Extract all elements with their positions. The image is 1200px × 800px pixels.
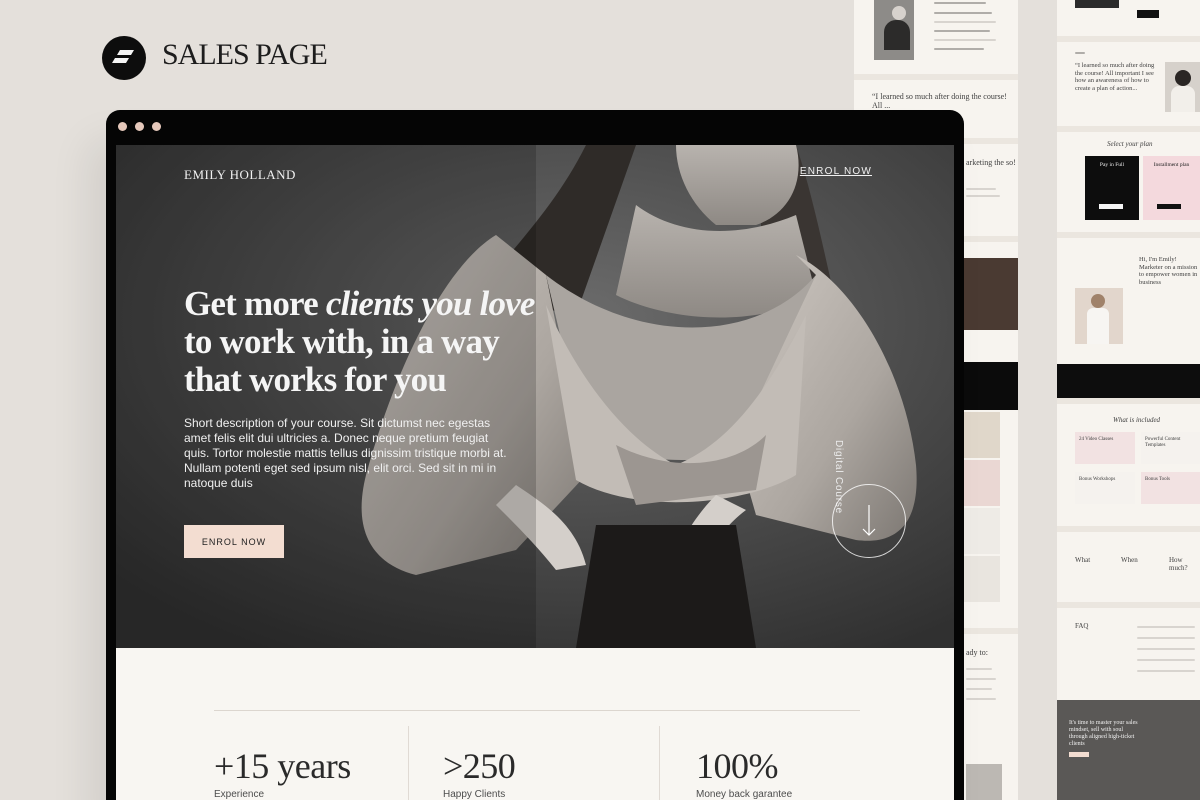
window-controls <box>118 122 161 131</box>
stats-divider-top <box>214 710 860 711</box>
preview-cta-block: It's time to master your sales mindset, … <box>1057 700 1200 800</box>
preview-black-band <box>1057 364 1200 398</box>
preview-portrait-b <box>1165 62 1200 112</box>
stat-label: Happy Clients <box>443 789 506 800</box>
preview-included-item-1: 24 Video Classes <box>1075 432 1135 464</box>
preview-when: When <box>1121 556 1138 564</box>
preview-about-title: Hi, I'm Emily! Marketer on a mission to … <box>1139 256 1198 286</box>
window-dot-icon[interactable] <box>135 122 144 131</box>
preview-included-title: What is included <box>1113 416 1161 424</box>
enrol-now-button[interactable]: ENROL NOW <box>184 525 284 558</box>
preview-snippet-marketing: arketing the so! <box>966 158 1016 167</box>
preview-text-lines <box>934 2 998 50</box>
mockup-stage: SALES PAGE “I learned so much after doin… <box>0 0 1200 800</box>
preview-snippet-ready: ady to: <box>966 648 988 657</box>
preview-what: What <box>1075 556 1091 564</box>
stat-clients: >250 Happy Clients <box>443 745 516 800</box>
scroll-down-button[interactable] <box>832 484 906 558</box>
site-name[interactable]: EMILY HOLLAND <box>184 167 296 183</box>
preview-column-b: “I learned so much after doing the cours… <box>1057 0 1200 800</box>
preview-select-plan: Select your plan <box>1107 140 1153 148</box>
brand-logo-icon <box>102 36 146 80</box>
stats-divider <box>659 726 660 800</box>
preview-about-photo <box>1075 288 1123 344</box>
preview-included-item-2: Powerful Content Templates <box>1141 432 1200 464</box>
preview-how-much: How much? <box>1169 556 1188 572</box>
stats-divider <box>408 726 409 800</box>
window-dot-icon[interactable] <box>152 122 161 131</box>
browser-window: EMILY HOLLAND ENROL NOW Get more clients… <box>106 110 964 800</box>
stat-guarantee: 100% Money back garantee <box>696 745 792 800</box>
stat-number: >250 <box>443 746 516 786</box>
preview-included-item-3: Bonus Workshops <box>1075 472 1135 504</box>
nav-enrol-link[interactable]: ENROL NOW <box>800 166 872 177</box>
sales-page-screen: EMILY HOLLAND ENROL NOW Get more clients… <box>116 145 954 800</box>
preview-dark-band <box>964 362 1018 410</box>
hero-headline: Get more clients you love to work with, … <box>184 285 554 399</box>
preview-included-item-4: Bonus Tools <box>1141 472 1200 504</box>
headline-start: Get more <box>184 284 326 323</box>
arrow-down-icon <box>862 505 876 536</box>
window-dot-icon[interactable] <box>118 122 127 131</box>
stat-label: Money back garantee <box>696 789 793 800</box>
headline-italic: clients you love <box>325 284 536 323</box>
stat-number: +15 years <box>214 746 351 786</box>
hero-description: Short description of your course. Sit di… <box>184 416 507 490</box>
stat-label: Experience <box>214 789 265 800</box>
preview-photo <box>874 0 914 60</box>
preview-quote-a: “I learned so much after doing the cours… <box>872 92 1007 110</box>
preview-hands-photo <box>964 258 1018 330</box>
stat-number: 100% <box>696 746 779 786</box>
preview-portrait-bottom <box>966 764 1002 800</box>
brand-title: SALES PAGE <box>162 38 328 71</box>
preview-quote-b: “I learned so much after doing the cours… <box>1075 62 1155 92</box>
headline-end: to work with, in a way that works for yo… <box>184 322 500 399</box>
hero-section: EMILY HOLLAND ENROL NOW Get more clients… <box>116 145 954 648</box>
preview-plan-card-a: Pay in Full <box>1085 156 1139 220</box>
preview-faq: FAQ <box>1075 622 1089 630</box>
stat-experience: +15 years Experience <box>214 745 351 800</box>
preview-plan-card-b: Installment plan <box>1143 156 1200 220</box>
